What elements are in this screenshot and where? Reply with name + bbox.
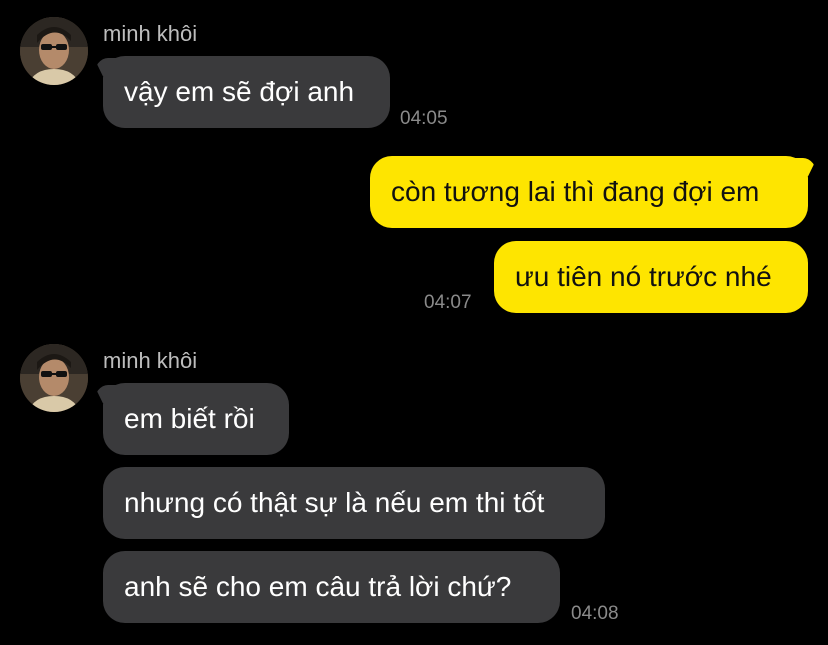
incoming-message-bubble[interactable]: anh sẽ cho em câu trả lời chứ?	[103, 551, 560, 623]
outgoing-message-bubble[interactable]: còn tương lai thì đang đợi em	[370, 156, 808, 228]
avatar-photo-icon	[20, 344, 88, 412]
avatar[interactable]	[20, 344, 88, 412]
incoming-message-bubble[interactable]: em biết rồi	[103, 383, 289, 455]
avatar[interactable]	[20, 17, 88, 85]
message-timestamp: 04:05	[400, 108, 448, 129]
message-timestamp: 04:07	[424, 292, 472, 313]
avatar-photo-icon	[20, 17, 88, 85]
incoming-message-bubble[interactable]: vậy em sẽ đợi anh	[103, 56, 390, 128]
sender-name: minh khôi	[103, 348, 198, 373]
incoming-message-bubble[interactable]: nhưng có thật sự là nếu em thi tốt	[103, 467, 605, 539]
sender-name: minh khôi	[103, 21, 198, 46]
message-timestamp: 04:08	[571, 603, 619, 624]
outgoing-message-bubble[interactable]: ưu tiên nó trước nhé	[494, 241, 808, 313]
